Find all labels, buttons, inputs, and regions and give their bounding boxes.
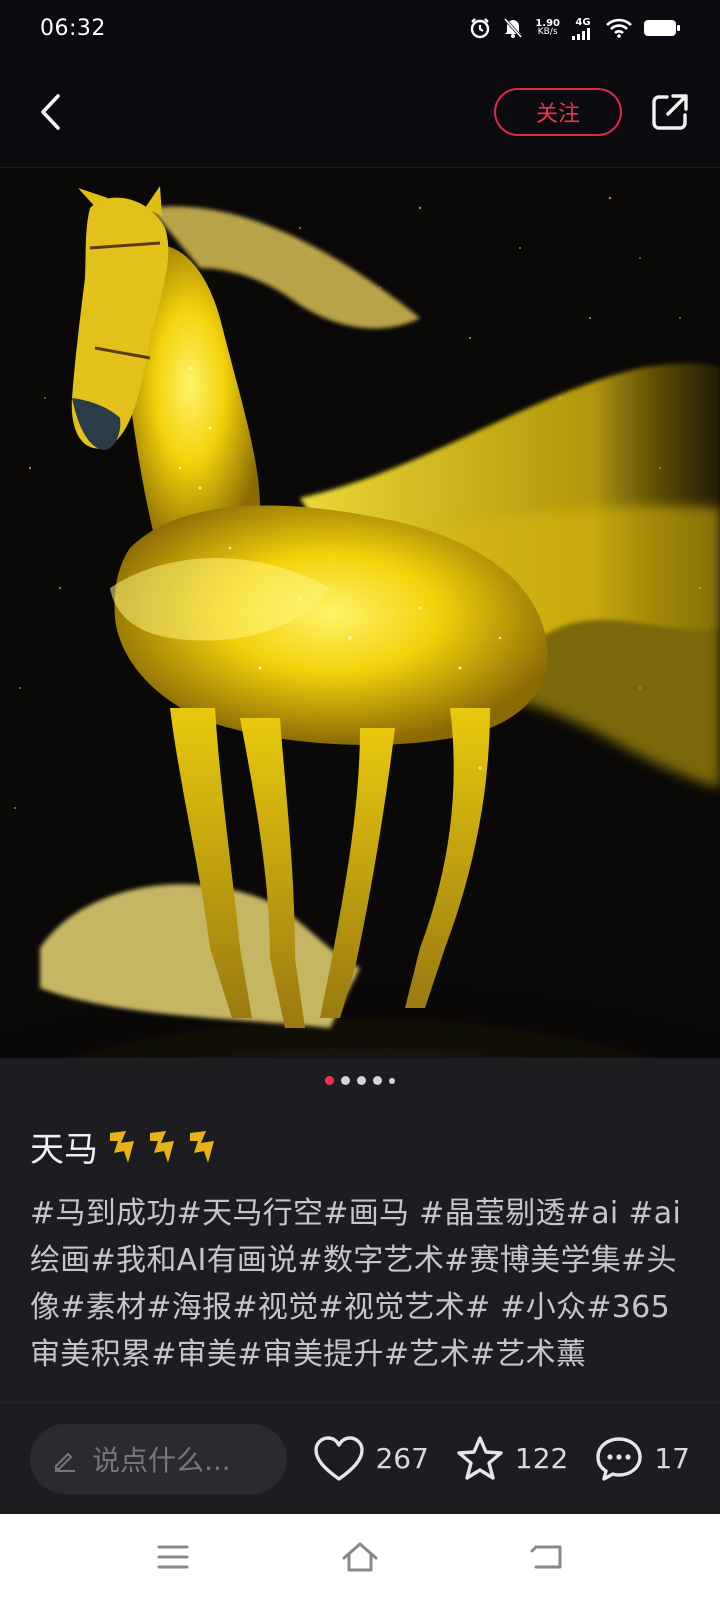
network-type: 4G	[575, 16, 591, 28]
body-fade	[30, 1372, 690, 1402]
pencil-icon	[55, 1452, 75, 1472]
menu-icon	[157, 1545, 189, 1569]
favorite-count: 122	[514, 1442, 569, 1475]
lightning-icon	[150, 1130, 174, 1163]
post-title-text: 天马	[30, 1130, 98, 1170]
action-bar: 说点什么... 267 122 17	[0, 1402, 720, 1514]
page-dot-active	[325, 1076, 334, 1085]
share-icon	[652, 93, 688, 130]
follow-button[interactable]: 关注	[494, 87, 622, 136]
top-bar: 关注	[0, 56, 720, 168]
battery-icon	[644, 19, 680, 37]
chat-bubble-icon	[596, 1436, 643, 1481]
post-body[interactable]: #马到成功#天马行空#画马 #晶莹剔透#ai #ai绘画#我和AI有画说#数字艺…	[30, 1190, 690, 1402]
nav-menu-button[interactable]	[143, 1527, 203, 1587]
page-dot	[341, 1076, 350, 1085]
page-dot	[373, 1076, 382, 1085]
comment-count: 17	[654, 1442, 690, 1475]
post-body-text: #马到成功#天马行空#画马 #晶莹剔透#ai #ai绘画#我和AI有画说#数字艺…	[30, 1196, 682, 1372]
back-button[interactable]	[28, 90, 72, 134]
signal-icon: 4G	[572, 17, 594, 40]
nav-home-button[interactable]	[330, 1527, 390, 1587]
net-speed: 1.90 KB/s	[535, 19, 560, 37]
like-count: 267	[375, 1442, 429, 1475]
net-speed-unit: KB/s	[537, 27, 558, 37]
wifi-icon	[606, 18, 632, 38]
page-dot	[357, 1076, 366, 1085]
heart-icon	[314, 1435, 365, 1481]
star-icon	[457, 1435, 503, 1480]
image-pagination	[0, 1076, 720, 1085]
post-image[interactable]	[0, 168, 720, 1058]
post-title: 天马	[30, 1122, 220, 1171]
top-right-actions: 关注	[494, 87, 692, 136]
comment-button[interactable]: 17	[594, 1435, 690, 1483]
status-bar: 06:32 1.90 KB/s 4G	[0, 0, 720, 56]
nav-back-button[interactable]	[517, 1527, 577, 1587]
status-time: 06:32	[40, 15, 106, 41]
title-emoji-group	[106, 1127, 220, 1167]
system-nav-bar	[0, 1514, 720, 1600]
comment-placeholder: 说点什么...	[92, 1443, 231, 1477]
home-icon	[342, 1542, 378, 1572]
lightning-icon	[190, 1130, 214, 1163]
lightning-icon	[110, 1130, 134, 1163]
back-arrow-icon	[530, 1545, 562, 1569]
mute-icon	[503, 17, 523, 39]
page-dot	[389, 1077, 395, 1084]
golden-horse-artwork	[0, 168, 720, 1058]
chevron-left-icon	[41, 93, 60, 130]
favorite-button[interactable]: 122	[455, 1435, 568, 1483]
share-button[interactable]	[648, 90, 692, 134]
comment-input[interactable]: 说点什么...	[30, 1423, 288, 1494]
status-icons: 1.90 KB/s 4G	[469, 17, 680, 40]
alarm-icon	[469, 17, 491, 39]
like-button[interactable]: 267	[313, 1435, 429, 1483]
